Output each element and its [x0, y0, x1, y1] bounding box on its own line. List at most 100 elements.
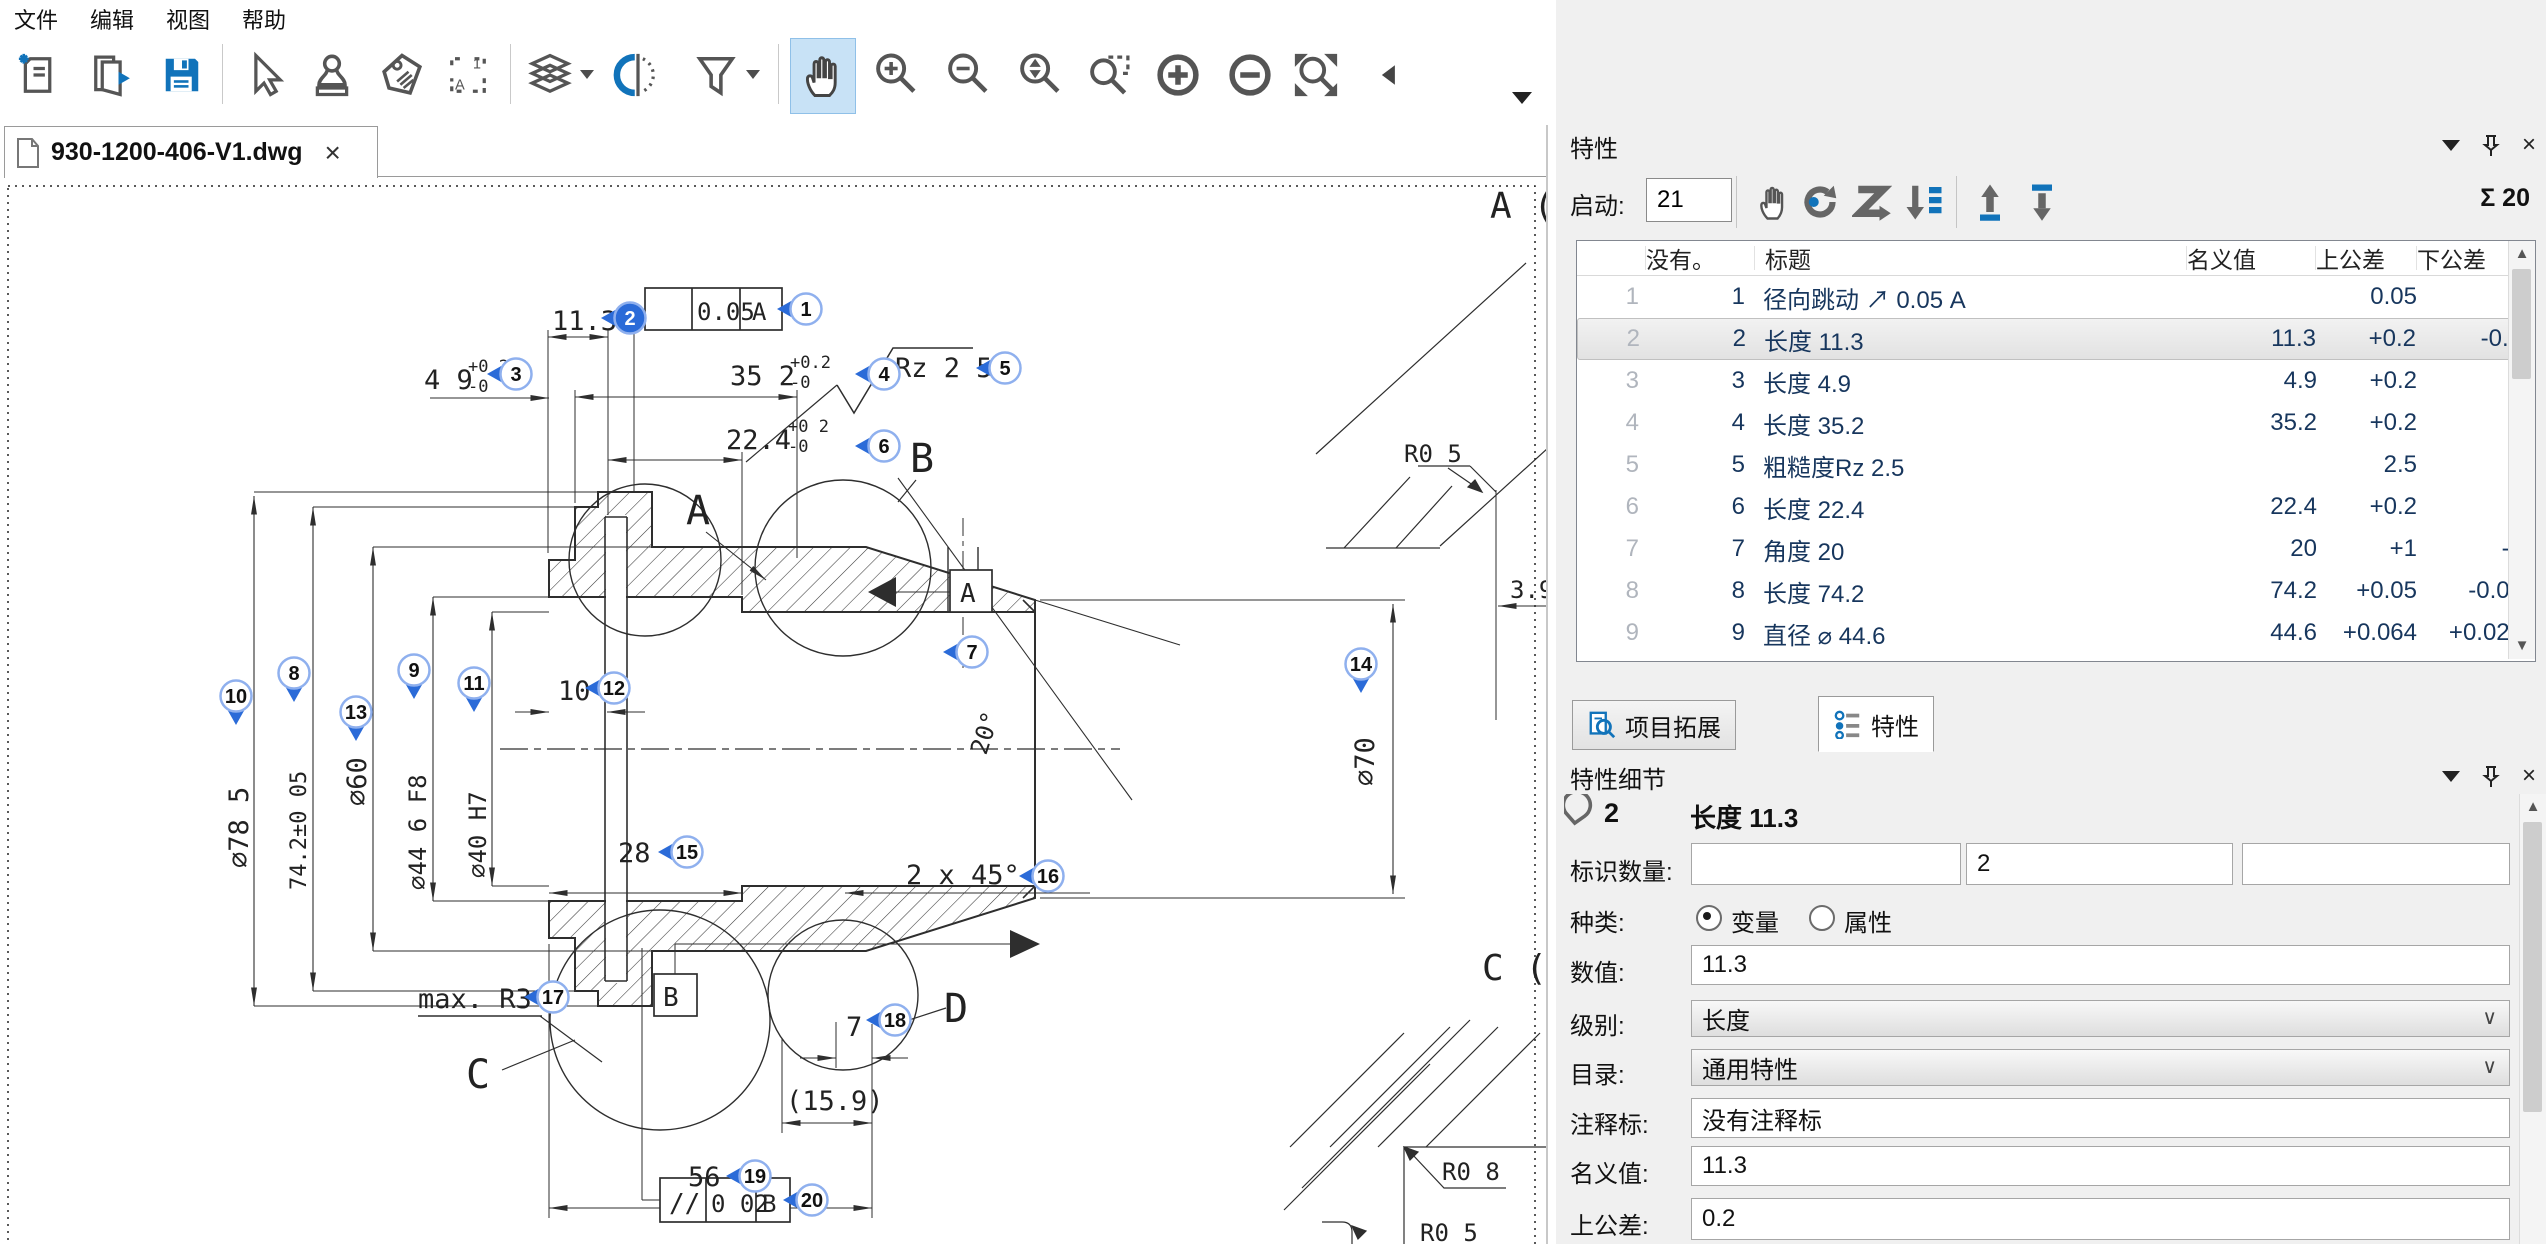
z-order-icon[interactable]	[1848, 178, 1896, 226]
document-tab[interactable]: 930-1200-406-V1.dwg ×	[4, 126, 378, 178]
right-panel: 特性 × 启动: Σ 20 没有。标题名义值上公	[1556, 0, 2546, 1244]
drawing-viewport[interactable]: 11.34 9+0 2-035 2+0.2-022.4+0 2-0Rz 2 51…	[0, 178, 1546, 1244]
table-header[interactable]: 没有。标题名义值上公差下公差	[1577, 241, 2535, 276]
filter-dropdown-icon[interactable]	[746, 70, 760, 79]
move-bottom-icon[interactable]	[2018, 178, 2066, 226]
panel-menu-icon[interactable]	[2442, 140, 2460, 151]
table-row-4[interactable]: 44长度 35.235.2+0.20	[1577, 402, 2535, 444]
dim-text: B	[762, 1190, 776, 1218]
table-row-7[interactable]: 77角度 2020+1-1	[1577, 528, 2535, 570]
dim-text: 0 02	[711, 1190, 769, 1218]
stamp-icon	[306, 49, 358, 101]
pointer-hand-icon[interactable]	[1748, 178, 1796, 226]
balloon-18[interactable]: 18	[866, 1005, 911, 1036]
table-row-8[interactable]: 88长度 74.274.2+0.05-0.05	[1577, 570, 2535, 612]
list-down-icon[interactable]	[1900, 178, 1948, 226]
table-row-3[interactable]: 33长度 4.94.9+0.20	[1577, 360, 2535, 402]
filter-button[interactable]	[684, 38, 748, 112]
upper-tol-input[interactable]: 0.2	[1691, 1198, 2510, 1240]
tab-properties[interactable]: 特性	[1818, 696, 1934, 752]
dim-text: +0 2	[788, 417, 829, 437]
svg-text:7: 7	[966, 642, 977, 664]
increase-button[interactable]	[1146, 38, 1210, 112]
tab-project-expand[interactable]: 项目拓展	[1572, 700, 1736, 750]
new-document-button[interactable]	[8, 38, 72, 112]
balloon-4[interactable]: 4	[855, 359, 900, 390]
table-scrollbar[interactable]: ▲ ▼	[2508, 241, 2535, 659]
dim-text: B	[663, 983, 679, 1013]
zoom-dynamic-button[interactable]	[1008, 38, 1072, 112]
table-row-1[interactable]: 11径向跳动 ↗ 0.05 A0.05	[1577, 276, 2535, 318]
move-top-icon[interactable]	[1966, 178, 2014, 226]
detail-item-title: 长度 11.3	[1690, 798, 1798, 835]
stamp-button[interactable]	[300, 38, 364, 112]
svg-text:5: 5	[999, 358, 1010, 380]
id-qty-input-3[interactable]	[2242, 843, 2510, 885]
save-icon	[156, 49, 208, 101]
id-qty-input-2[interactable]: 2	[1966, 843, 2233, 885]
select-cursor-button[interactable]	[232, 38, 296, 112]
pan-hand-button[interactable]	[790, 38, 856, 114]
table-row-6[interactable]: 66长度 22.422.4+0.20	[1577, 486, 2535, 528]
tag-button[interactable]	[370, 38, 434, 112]
balloon-15[interactable]: 15	[658, 837, 703, 868]
zoom-window-button[interactable]	[1078, 38, 1142, 112]
pin-icon[interactable]	[2482, 134, 2500, 156]
dim-text: C (2	[1482, 948, 1546, 989]
balloon-12[interactable]: 12	[585, 673, 630, 704]
balloon-14[interactable]: 14	[1346, 649, 1377, 694]
balloon-13[interactable]: 13	[341, 697, 372, 742]
radio-attribute[interactable]	[1809, 905, 1835, 931]
balloon-10[interactable]: 10	[221, 681, 252, 726]
details-close-icon[interactable]: ×	[2522, 762, 2536, 790]
capture-region-button[interactable]: 1A	[436, 38, 500, 112]
dim-text: +0.2	[790, 353, 831, 373]
balloon-9[interactable]: 9	[399, 655, 430, 700]
dim-text: 3.9	[1510, 576, 1546, 604]
balloon-1[interactable]: 1	[777, 294, 822, 325]
value-input[interactable]: 11.3	[1691, 945, 2510, 985]
filter-icon	[690, 49, 742, 101]
details-pin-icon[interactable]	[2482, 765, 2500, 787]
layers-dropdown-icon[interactable]	[580, 70, 594, 79]
details-menu-icon[interactable]	[2442, 771, 2460, 782]
details-scrollbar[interactable]: ▲	[2519, 794, 2546, 1244]
radio-variable[interactable]	[1696, 905, 1722, 931]
panel-close-icon[interactable]: ×	[2522, 131, 2536, 159]
id-qty-input-1[interactable]	[1691, 843, 1961, 885]
mirror-button[interactable]	[606, 38, 670, 112]
note-input[interactable]: 没有注释标	[1691, 1098, 2510, 1138]
zoom-out-button[interactable]	[936, 38, 1000, 112]
balloon-8[interactable]: 8	[279, 658, 310, 703]
zoom-in-button[interactable]	[864, 38, 928, 112]
table-row-2[interactable]: 22长度 11.311.3+0.2-0.2	[1577, 318, 2535, 360]
technical-drawing: 11.34 9+0 2-035 2+0.2-022.4+0 2-0Rz 2 51…	[0, 178, 1546, 1244]
table-row-5[interactable]: 55粗糙度Rz 2.52.5	[1577, 444, 2535, 486]
level-label: 级别:	[1570, 1006, 1625, 1041]
tab-close-icon[interactable]: ×	[325, 137, 341, 169]
level-select[interactable]: 长度∨	[1691, 1000, 2510, 1037]
collapse-arrow-button[interactable]	[1358, 38, 1422, 112]
save-button[interactable]	[150, 38, 214, 112]
upper-tol-label: 上公差:	[1570, 1206, 1649, 1241]
start-input[interactable]	[1646, 178, 1732, 222]
col-header-nominal: 名义值	[2187, 246, 2316, 270]
dim-text: ⌀60	[342, 757, 373, 806]
balloon-6[interactable]: 6	[855, 431, 900, 462]
catalog-select[interactable]: 通用特性∨	[1691, 1049, 2510, 1086]
open-document-button[interactable]	[80, 38, 144, 112]
collapse-arrow-icon	[1364, 49, 1416, 101]
rotate-icon[interactable]	[1796, 178, 1844, 226]
decrease-button[interactable]	[1218, 38, 1282, 112]
balloon-11[interactable]: 11	[459, 668, 490, 713]
layers-button[interactable]	[518, 38, 582, 112]
table-row-9[interactable]: 99直径 ⌀ 44.644.6+0.064+0.025	[1577, 612, 2535, 654]
catalog-label: 目录:	[1570, 1055, 1625, 1090]
pan-hand-icon	[797, 50, 849, 102]
zoom-window-icon	[1084, 49, 1136, 101]
svg-text:4: 4	[878, 364, 890, 386]
zoom-fit-button[interactable]	[1284, 38, 1348, 112]
tab-list-dropdown-icon[interactable]	[1512, 92, 1532, 104]
nominal-input[interactable]: 11.3	[1691, 1146, 2510, 1186]
balloon-7[interactable]: 7	[943, 637, 988, 668]
